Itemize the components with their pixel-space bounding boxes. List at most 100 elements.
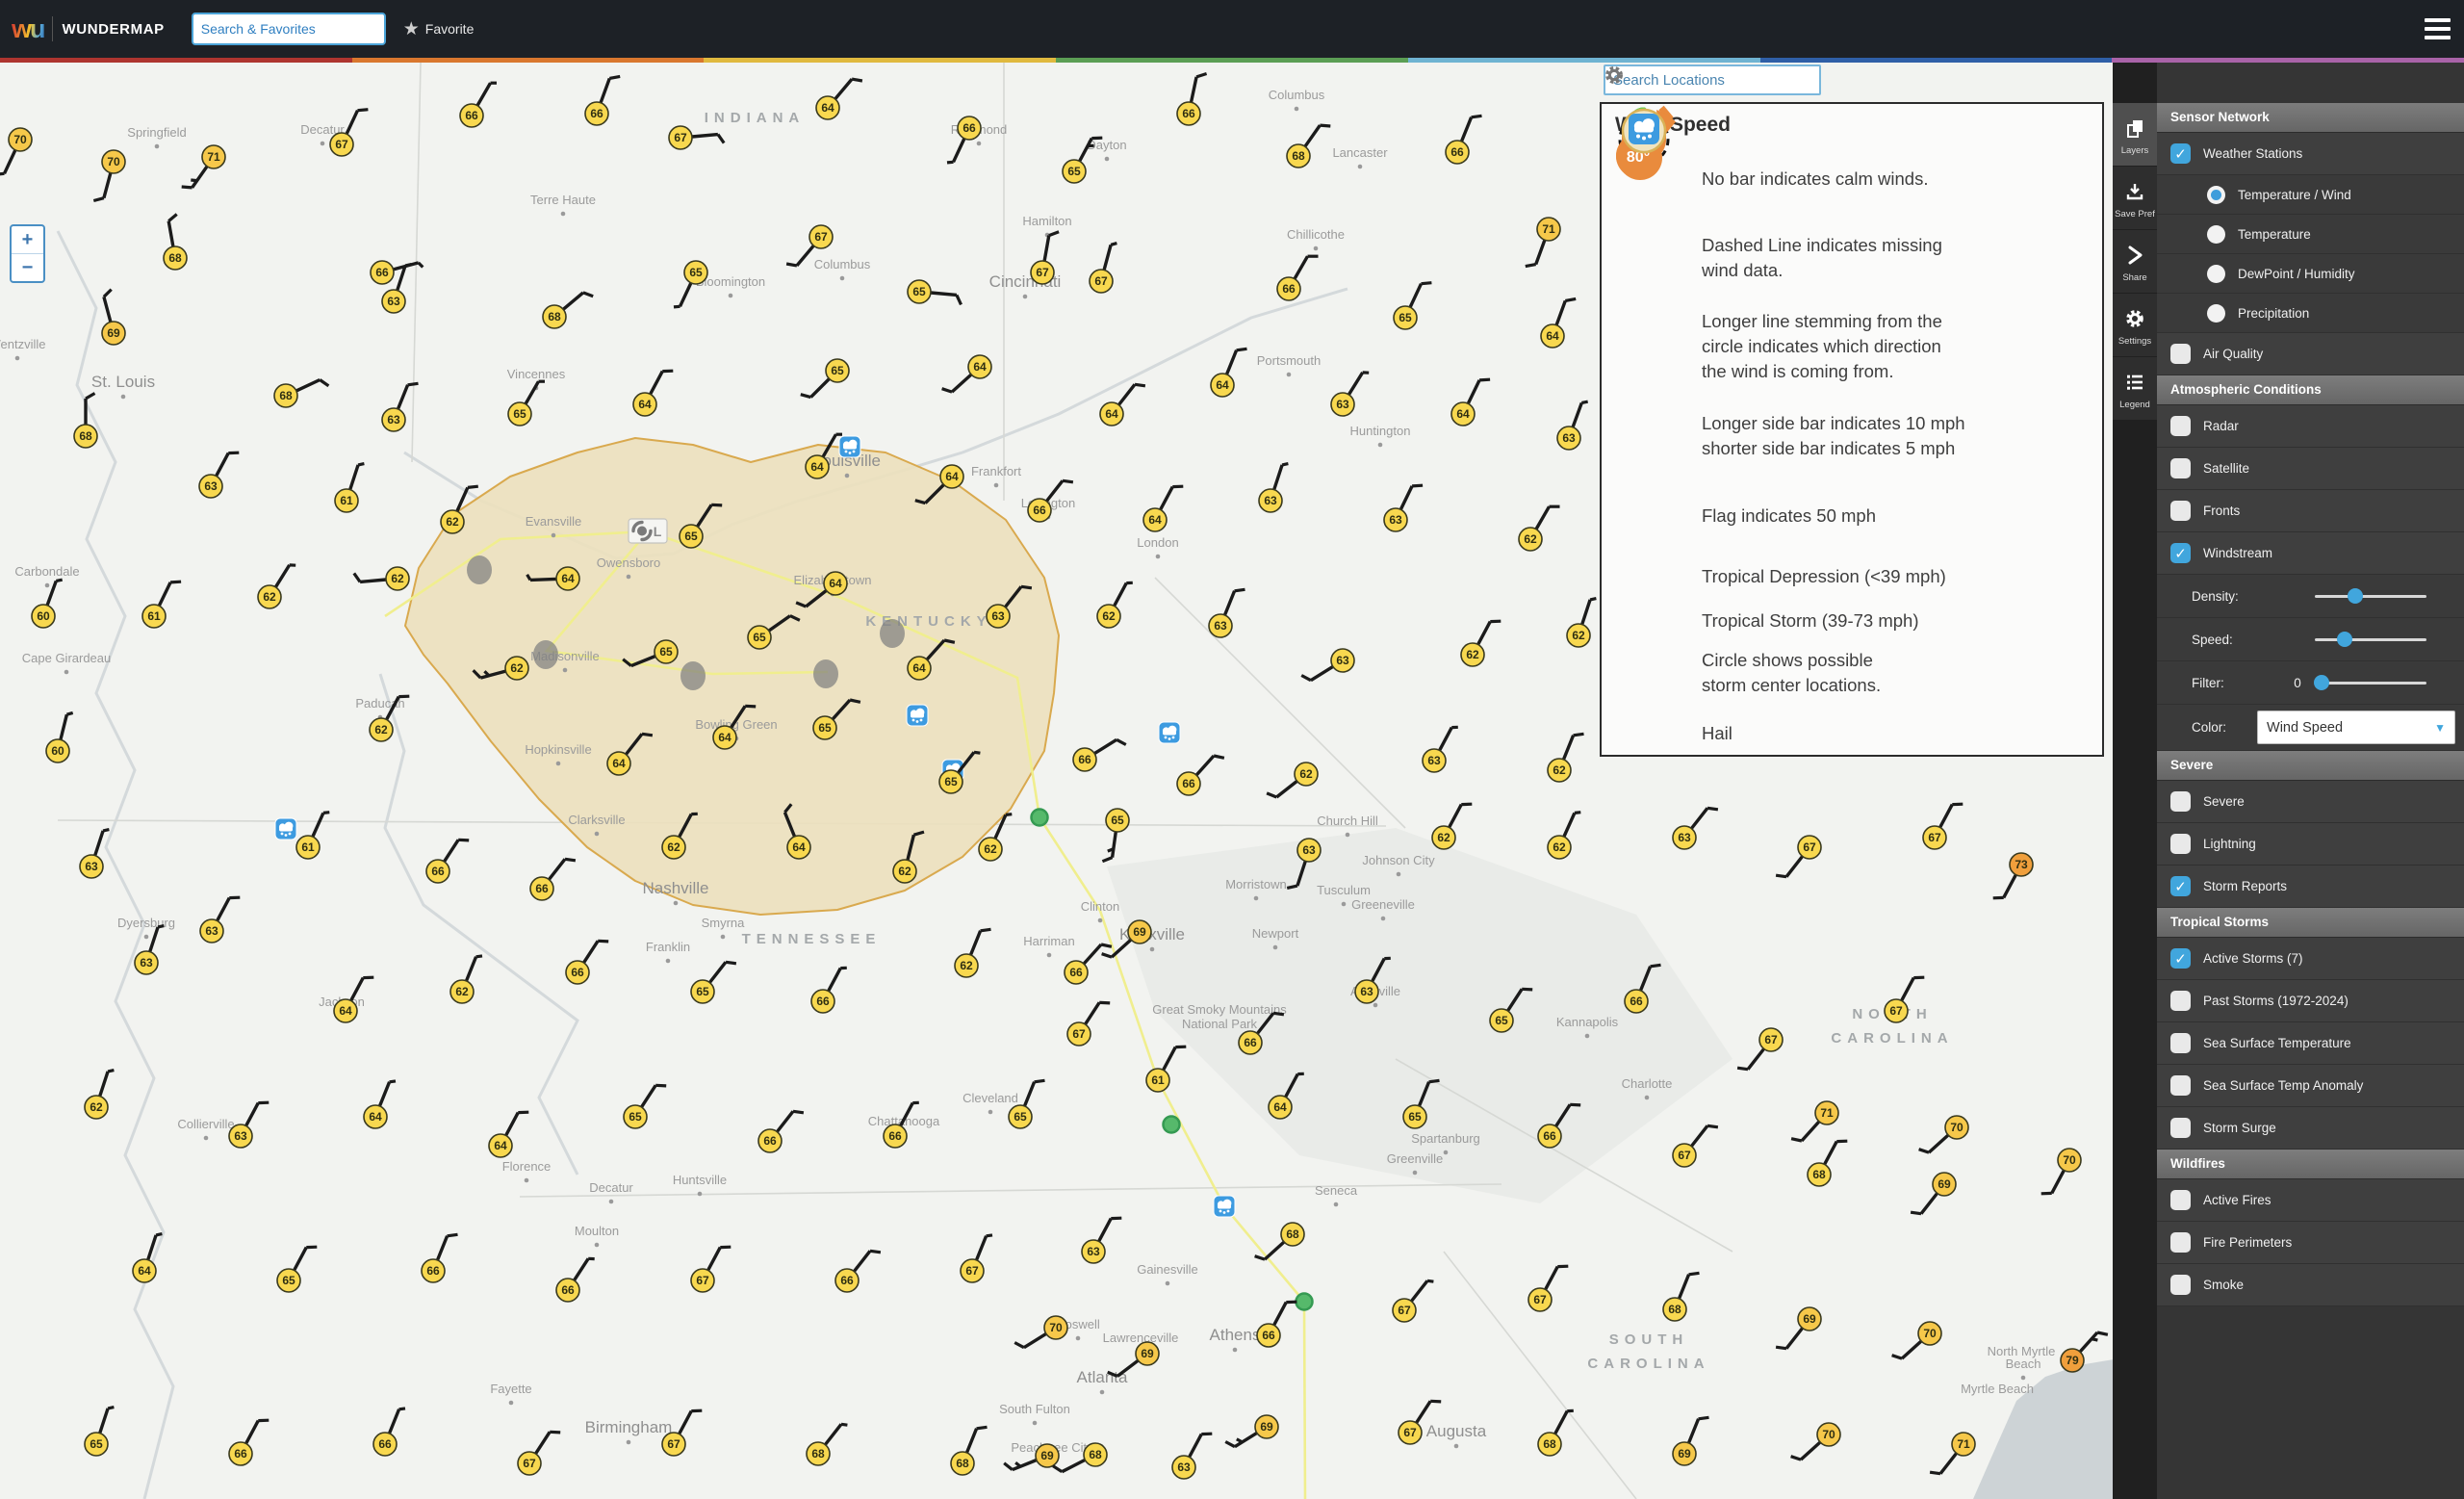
slider-row-density: Density: bbox=[2157, 575, 2464, 618]
svg-text:65: 65 bbox=[831, 364, 844, 377]
checkbox-active-storms-7[interactable]: ✓ bbox=[2170, 948, 2191, 969]
storm-position-dot[interactable] bbox=[1032, 810, 1048, 826]
storm-position-dot[interactable] bbox=[1296, 1294, 1313, 1310]
checkbox-active-fires[interactable] bbox=[2170, 1190, 2191, 1210]
checkbox-row-radar[interactable]: Radar bbox=[2157, 405, 2464, 448]
svg-text:62: 62 bbox=[1524, 532, 1537, 546]
radio-row-dewpoint-humidity[interactable]: DewPoint / Humidity bbox=[2157, 254, 2464, 294]
radio-temperature-wind[interactable] bbox=[2207, 186, 2225, 204]
radio-row-precipitation[interactable]: Precipitation bbox=[2157, 294, 2464, 333]
zoom-out-button[interactable]: − bbox=[12, 254, 43, 281]
checkbox-row-storm-reports[interactable]: ✓Storm Reports bbox=[2157, 866, 2464, 908]
checkbox-fire-perimeters[interactable] bbox=[2170, 1232, 2191, 1253]
checkbox-row-smoke[interactable]: Smoke bbox=[2157, 1264, 2464, 1306]
slider-thumb[interactable] bbox=[2337, 632, 2352, 647]
legend-row-text: Hail bbox=[1702, 721, 1732, 746]
checkbox-past-storms-1972-2024[interactable] bbox=[2170, 991, 2191, 1011]
city-dot bbox=[64, 670, 69, 675]
hail-report-icon[interactable] bbox=[907, 705, 928, 726]
tool-settings-button[interactable]: Settings bbox=[2113, 294, 2157, 356]
svg-text:65: 65 bbox=[753, 631, 766, 644]
radio-dewpoint-humidity[interactable] bbox=[2207, 265, 2225, 283]
checkbox-satellite[interactable] bbox=[2170, 458, 2191, 478]
menu-icon[interactable] bbox=[2425, 18, 2451, 44]
checkbox-storm-reports[interactable]: ✓ bbox=[2170, 876, 2191, 896]
checkbox-sea-surface-temp-anomaly[interactable] bbox=[2170, 1075, 2191, 1096]
hail-report-icon[interactable] bbox=[275, 818, 296, 840]
checkbox-row-windstream[interactable]: ✓Windstream bbox=[2157, 532, 2464, 575]
tool-share-button[interactable]: Share bbox=[2113, 230, 2157, 293]
favorite-label: Favorite bbox=[425, 21, 475, 37]
hail-report-icon[interactable] bbox=[1214, 1196, 1235, 1217]
city-label: Hopkinsville bbox=[525, 742, 591, 757]
checkbox-lightning[interactable] bbox=[2170, 834, 2191, 854]
city-label: Cape Girardeau bbox=[22, 651, 112, 665]
slider-filter[interactable] bbox=[2315, 682, 2426, 685]
checkbox-row-active-storms-7[interactable]: ✓Active Storms (7) bbox=[2157, 938, 2464, 980]
checkbox-row-past-storms-1972-2024[interactable]: Past Storms (1972-2024) bbox=[2157, 980, 2464, 1022]
checkbox-fronts[interactable] bbox=[2170, 501, 2191, 521]
radio-row-temperature-wind[interactable]: Temperature / Wind bbox=[2157, 175, 2464, 215]
favorite-button[interactable]: ★ Favorite bbox=[403, 18, 475, 40]
checkbox-row-sea-surface-temp-anomaly[interactable]: Sea Surface Temp Anomaly bbox=[2157, 1065, 2464, 1107]
checkbox-row-active-fires[interactable]: Active Fires bbox=[2157, 1179, 2464, 1222]
city-dot bbox=[595, 1243, 600, 1248]
checkbox-sea-surface-temperature[interactable] bbox=[2170, 1033, 2191, 1053]
city-label: Vincennes bbox=[507, 367, 566, 381]
search-favorites-input[interactable] bbox=[192, 13, 386, 45]
svg-text:65: 65 bbox=[684, 530, 698, 543]
checkbox-row-air-quality[interactable]: Air Quality bbox=[2157, 333, 2464, 375]
checkbox-row-sea-surface-temperature[interactable]: Sea Surface Temperature bbox=[2157, 1022, 2464, 1065]
city-label: Atlanta bbox=[1077, 1368, 1128, 1386]
slider-thumb[interactable] bbox=[2314, 675, 2329, 690]
svg-text:62: 62 bbox=[898, 865, 911, 878]
radio-precipitation[interactable] bbox=[2207, 304, 2225, 323]
svg-text:69: 69 bbox=[1141, 1347, 1154, 1360]
checkbox-smoke[interactable] bbox=[2170, 1275, 2191, 1295]
storm-report-cluster[interactable] bbox=[533, 640, 558, 669]
checkbox-row-storm-surge[interactable]: Storm Surge bbox=[2157, 1107, 2464, 1150]
storm-report-cluster[interactable] bbox=[467, 556, 492, 584]
tool-layers-button[interactable]: Layers bbox=[2113, 103, 2157, 166]
hail-report-icon[interactable] bbox=[1159, 722, 1180, 743]
svg-text:64: 64 bbox=[829, 577, 842, 590]
svg-text:67: 67 bbox=[965, 1264, 979, 1278]
hail-report-icon[interactable] bbox=[839, 436, 860, 457]
wu-logo-icon[interactable]: wu bbox=[12, 14, 44, 44]
svg-text:64: 64 bbox=[638, 398, 652, 411]
slider-density[interactable] bbox=[2315, 595, 2426, 598]
select-color[interactable]: Wind Speed▼ bbox=[2257, 711, 2455, 744]
storm-report-cluster[interactable] bbox=[880, 619, 905, 648]
storm-report-cluster[interactable] bbox=[680, 661, 706, 690]
checkbox-row-fire-perimeters[interactable]: Fire Perimeters bbox=[2157, 1222, 2464, 1264]
checkbox-row-satellite[interactable]: Satellite bbox=[2157, 448, 2464, 490]
storm-report-cluster[interactable] bbox=[813, 659, 838, 688]
weather-map[interactable]: INDIANAKENTUCKYTENNESSEENORTHCAROLINASOU… bbox=[0, 63, 2114, 1499]
radio-row-temperature[interactable]: Temperature bbox=[2157, 215, 2464, 254]
checkbox-row-lightning[interactable]: Lightning bbox=[2157, 823, 2464, 866]
checkbox-weather-stations[interactable]: ✓ bbox=[2170, 143, 2191, 164]
tool-save-pref-button[interactable]: Save Pref bbox=[2113, 167, 2157, 229]
search-locations-input[interactable] bbox=[1604, 65, 1821, 95]
checkbox-air-quality[interactable] bbox=[2170, 344, 2191, 364]
svg-text:63: 63 bbox=[205, 924, 218, 938]
svg-text:67: 67 bbox=[335, 138, 348, 151]
svg-text:70: 70 bbox=[2063, 1153, 2076, 1167]
section-header-tropical-storms: Tropical Storms bbox=[2157, 908, 2464, 938]
checkbox-row-weather-stations[interactable]: ✓Weather Stations bbox=[2157, 133, 2464, 175]
radio-temperature[interactable] bbox=[2207, 225, 2225, 244]
storm-position-dot[interactable] bbox=[1164, 1117, 1180, 1133]
slider-speed[interactable] bbox=[2315, 638, 2426, 641]
checkbox-radar[interactable] bbox=[2170, 416, 2191, 436]
checkbox-row-fronts[interactable]: Fronts bbox=[2157, 490, 2464, 532]
checkbox-severe[interactable] bbox=[2170, 791, 2191, 812]
svg-text:62: 62 bbox=[263, 590, 276, 604]
zoom-in-button[interactable]: + bbox=[12, 226, 43, 254]
storm-center-low-icon[interactable]: L bbox=[629, 519, 667, 543]
slider-thumb[interactable] bbox=[2348, 588, 2363, 604]
checkbox-windstream[interactable]: ✓ bbox=[2170, 543, 2191, 563]
checkbox-storm-surge[interactable] bbox=[2170, 1118, 2191, 1138]
tool-legend-button[interactable]: Legend bbox=[2113, 357, 2157, 420]
checkbox-row-severe[interactable]: Severe bbox=[2157, 781, 2464, 823]
svg-text:66: 66 bbox=[1078, 753, 1091, 766]
